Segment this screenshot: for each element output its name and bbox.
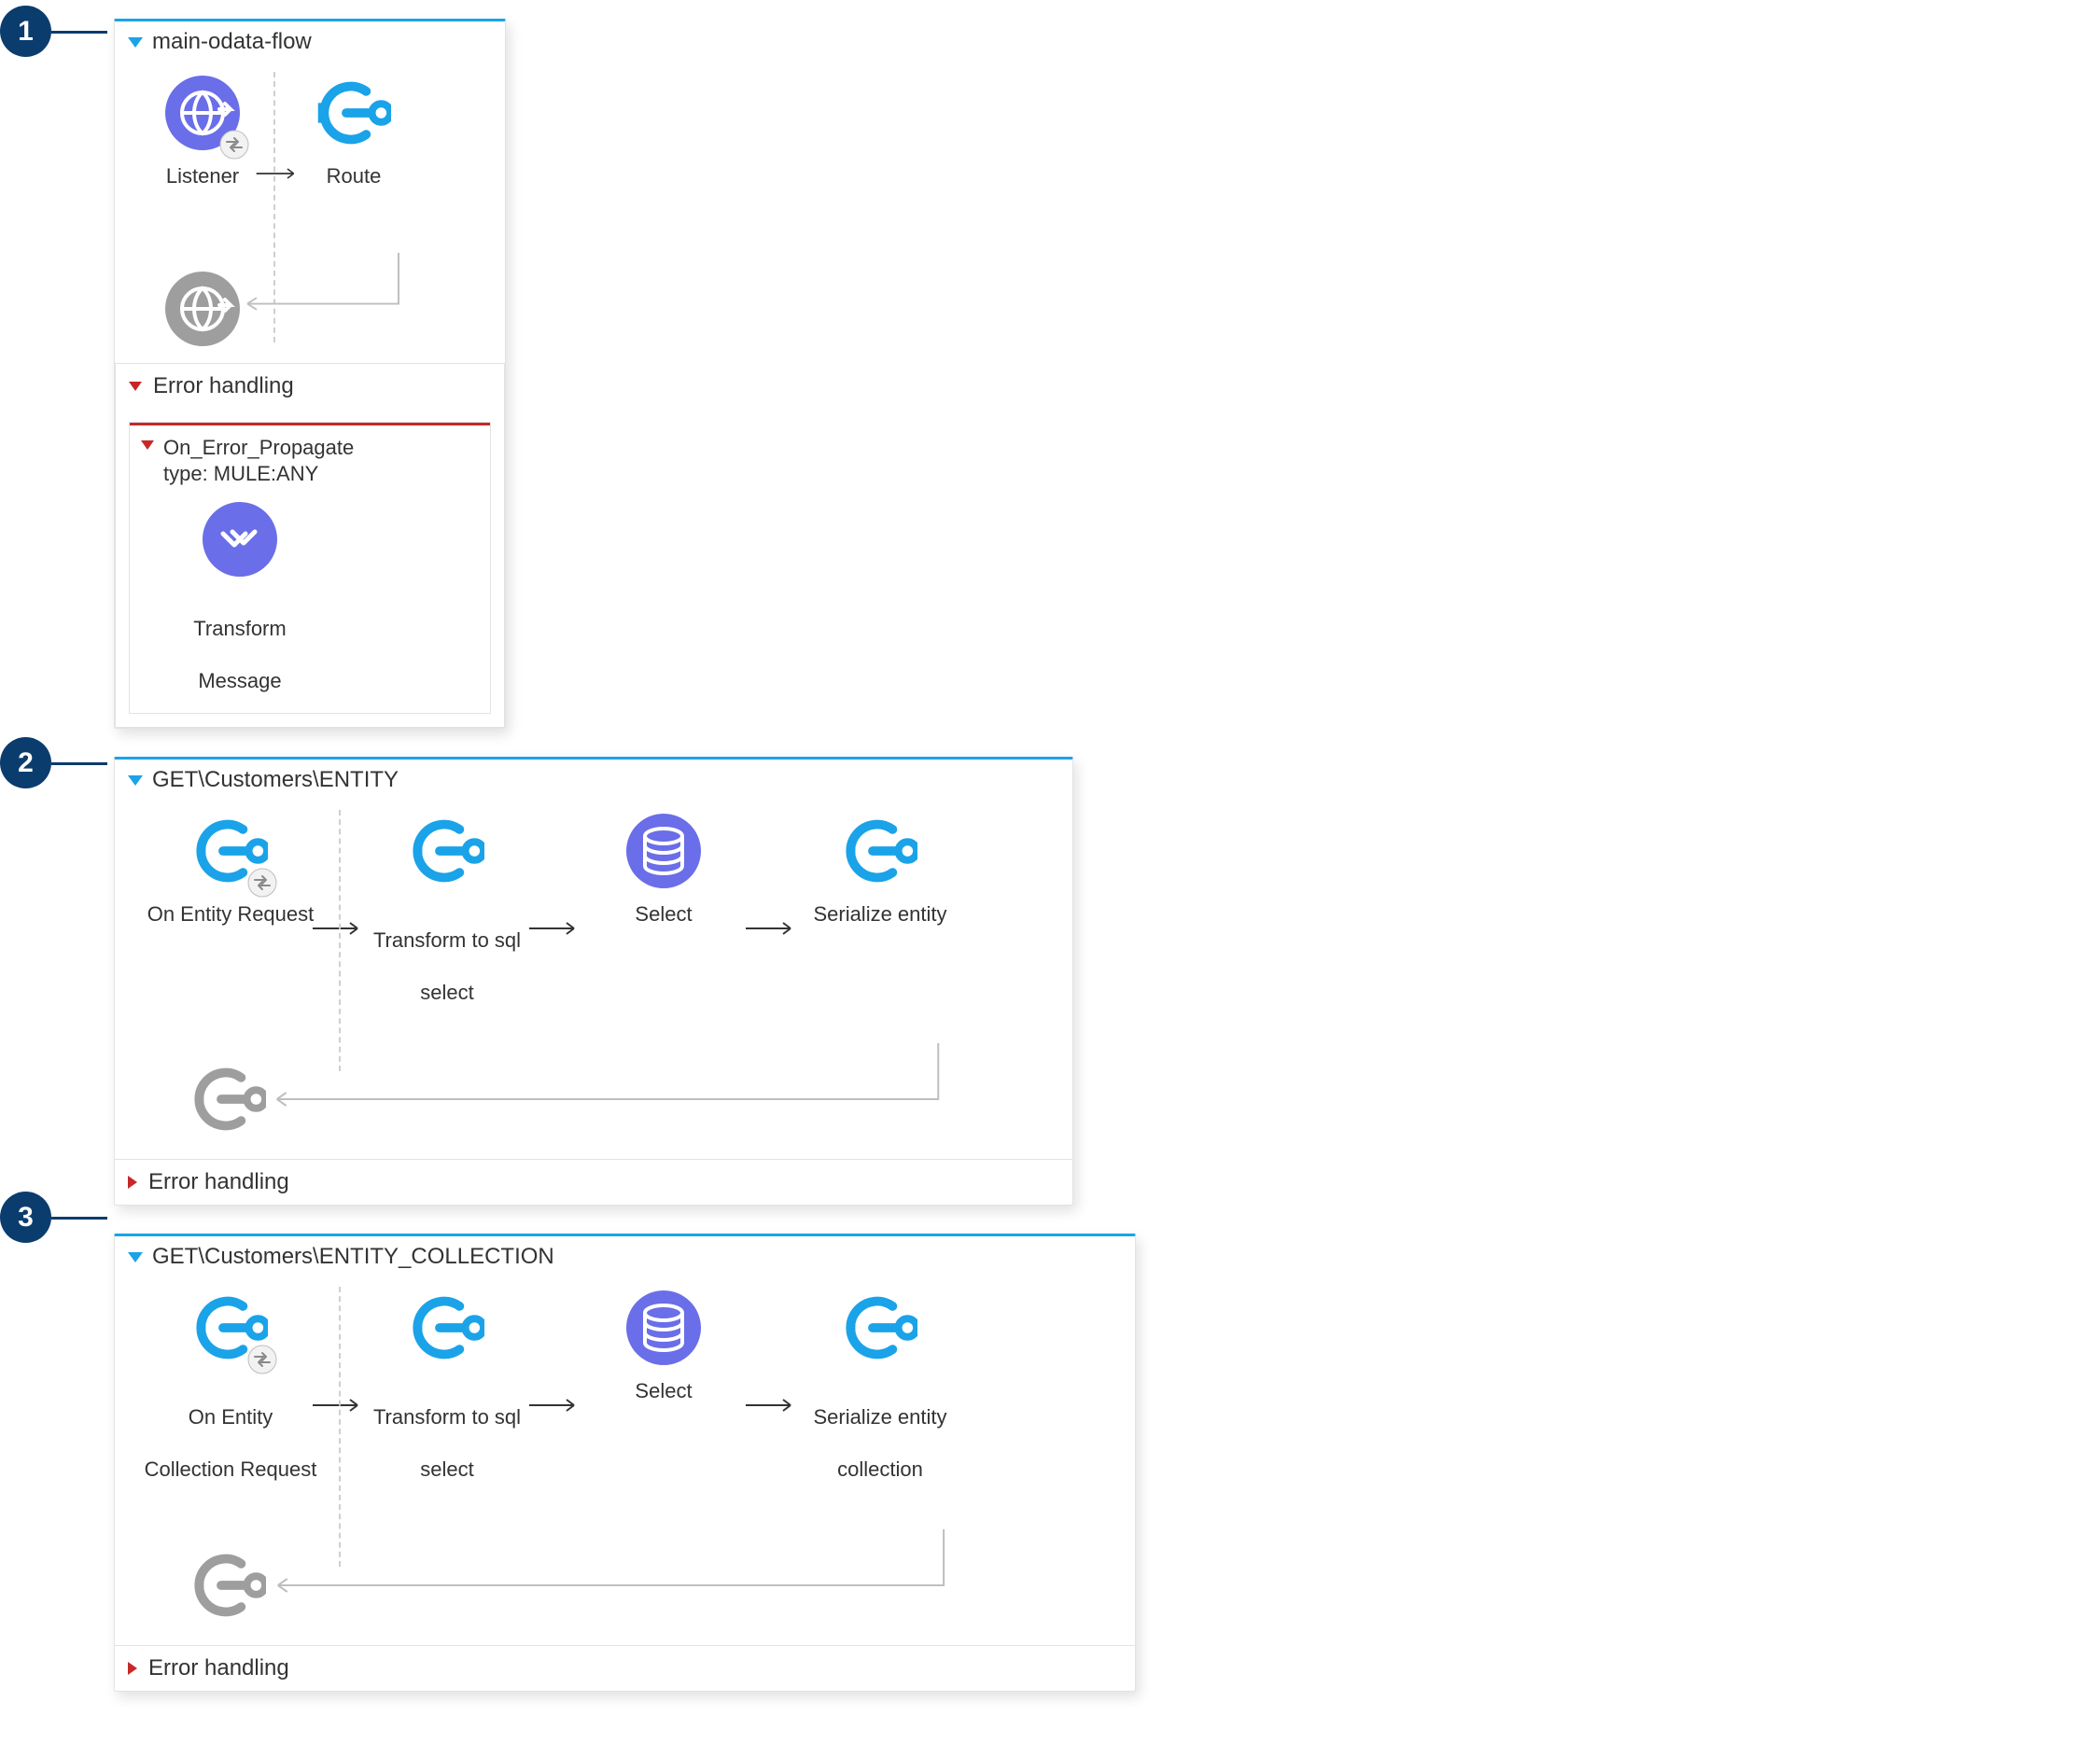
- connector-icon: [843, 814, 917, 888]
- bidirectional-icon: [247, 1345, 277, 1374]
- node-on-entity-collection-request[interactable]: On Entity Collection Request: [128, 1290, 333, 1483]
- error-handling-header[interactable]: Error handling: [115, 1646, 1135, 1691]
- label-line: select: [420, 981, 473, 1004]
- chevron-right-icon: [128, 1662, 137, 1675]
- source-divider: [339, 1287, 341, 1567]
- node-label: Select: [561, 901, 766, 927]
- error-handling-section[interactable]: Error handling On_Error_Propagate type: …: [115, 363, 505, 728]
- node-route[interactable]: Route: [279, 76, 428, 189]
- callout-number: 1: [18, 16, 34, 48]
- flow-panel-entity[interactable]: GET\Customers\ENTITY On Entity Request T…: [114, 757, 1073, 1206]
- node-listener[interactable]: Listener: [128, 76, 277, 189]
- source-divider: [339, 810, 341, 1071]
- label-line: Message: [198, 669, 281, 692]
- flow-header[interactable]: GET\Customers\ENTITY: [115, 760, 1072, 801]
- on-error-propagate-box[interactable]: On_Error_Propagate type: MULE:ANY Transf…: [129, 422, 491, 714]
- callout-line: [51, 31, 107, 34]
- connector-icon: [410, 814, 484, 888]
- node-on-entity-request[interactable]: On Entity Request: [128, 814, 333, 927]
- error-handling-label: Error handling: [148, 1655, 289, 1681]
- error-handling-header[interactable]: Error handling: [116, 364, 504, 409]
- transform-icon: [203, 502, 277, 577]
- connector-icon: [410, 1290, 484, 1365]
- connector-response-icon: [191, 1548, 266, 1623]
- callout-line: [51, 1217, 107, 1220]
- chevron-down-icon: [128, 37, 143, 48]
- label-line: collection: [837, 1457, 923, 1481]
- globe-response-icon: [165, 272, 240, 346]
- error-handling-header[interactable]: Error handling: [115, 1160, 1072, 1205]
- node-label: On Entity Request: [128, 901, 333, 927]
- on-error-header[interactable]: On_Error_Propagate type: MULE:ANY: [130, 423, 490, 493]
- connector-response-icon: [191, 1062, 266, 1136]
- node-label: Serialize entity: [777, 901, 983, 927]
- chevron-down-icon: [129, 382, 142, 391]
- callout-number: 3: [18, 1202, 34, 1234]
- error-handling-label: Error handling: [153, 373, 294, 399]
- node-label: Listener: [128, 163, 277, 189]
- flow-header[interactable]: main-odata-flow: [115, 21, 505, 63]
- node-serialize-entity[interactable]: Serialize entity: [777, 814, 983, 927]
- connector-icon: [316, 76, 391, 150]
- node-transform-sql[interactable]: Transform to sql select: [344, 1290, 550, 1483]
- node-transform-sql[interactable]: Transform to sql select: [344, 814, 550, 1006]
- node-select[interactable]: Select: [561, 814, 766, 927]
- callout-badge-1: 1: [0, 6, 51, 57]
- callout-badge-2: 2: [0, 737, 51, 788]
- label-line: Transform to sql: [373, 1405, 521, 1429]
- on-error-type: type: MULE:ANY: [163, 462, 318, 485]
- label-line: Serialize entity: [813, 1405, 946, 1429]
- database-icon: [626, 1290, 701, 1365]
- node-label: Serialize entity collection: [777, 1378, 983, 1483]
- chevron-down-icon: [141, 440, 154, 450]
- callout-line: [51, 762, 107, 765]
- node-serialize-entity-collection[interactable]: Serialize entity collection: [777, 1290, 983, 1483]
- database-icon: [626, 814, 701, 888]
- flow-header[interactable]: GET\Customers\ENTITY_COLLECTION: [115, 1236, 1135, 1277]
- flow-panel-entity-collection[interactable]: GET\Customers\ENTITY_COLLECTION On Entit…: [114, 1234, 1136, 1692]
- return-path: [128, 1529, 1122, 1632]
- node-label: Route: [279, 163, 428, 189]
- bidirectional-icon: [219, 130, 249, 160]
- label-line: select: [420, 1457, 473, 1481]
- node-label: Transform to sql select: [344, 1378, 550, 1483]
- node-label: On Entity Collection Request: [128, 1378, 333, 1483]
- label-line: On Entity: [189, 1405, 273, 1429]
- node-label: Transform to sql select: [344, 901, 550, 1006]
- flow-panel-main[interactable]: main-odata-flow Listener Route: [114, 19, 506, 729]
- label-line: Transform: [193, 617, 286, 640]
- chevron-down-icon: [128, 775, 143, 786]
- node-transform-message[interactable]: Transform Message: [147, 502, 333, 694]
- return-path: [128, 1043, 1059, 1146]
- connector-icon: [843, 1290, 917, 1365]
- node-select[interactable]: Select: [561, 1290, 766, 1404]
- on-error-title: On_Error_Propagate: [163, 436, 354, 459]
- flow-title: GET\Customers\ENTITY_COLLECTION: [152, 1244, 554, 1270]
- callout-number: 2: [18, 747, 34, 779]
- node-label: Transform Message: [147, 590, 333, 694]
- chevron-right-icon: [128, 1176, 137, 1189]
- label-line: Collection Request: [145, 1457, 317, 1481]
- node-label: Select: [561, 1378, 766, 1404]
- callout-badge-3: 3: [0, 1192, 51, 1243]
- label-line: Transform to sql: [373, 928, 521, 952]
- bidirectional-icon: [247, 868, 277, 898]
- chevron-down-icon: [128, 1252, 143, 1262]
- flow-title: GET\Customers\ENTITY: [152, 767, 399, 793]
- error-handling-label: Error handling: [148, 1169, 289, 1195]
- flow-title: main-odata-flow: [152, 29, 312, 55]
